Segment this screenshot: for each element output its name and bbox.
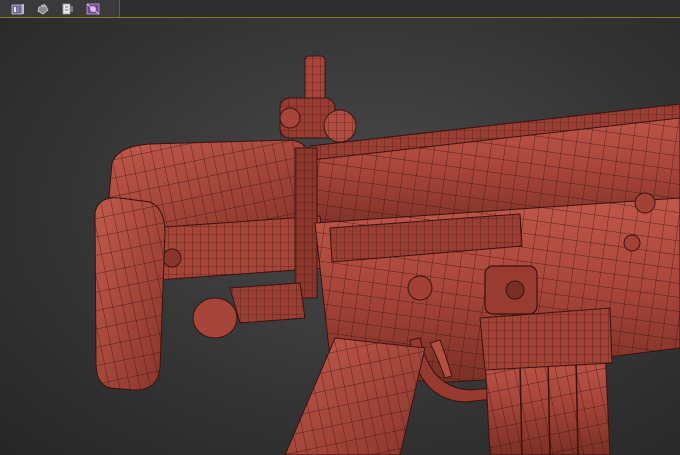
pistol-grip: [284, 337, 426, 455]
stock-release-lever: [192, 282, 306, 339]
render-production-button[interactable]: [35, 2, 51, 16]
perspective-viewport[interactable]: [0, 18, 680, 455]
toolbar-render-group: [0, 0, 120, 17]
render-setup-button[interactable]: [60, 2, 76, 16]
rear-sight: [279, 55, 357, 143]
teapot-icon: [37, 3, 49, 14]
butt-plate: [94, 197, 166, 391]
render-frame-button[interactable]: [10, 2, 26, 16]
rifle-wireframe-model: [94, 55, 680, 455]
main-toolbar: [0, 0, 680, 18]
render-setup-icon: [62, 3, 73, 14]
material-editor-button[interactable]: [85, 2, 101, 16]
render-frame-icon: [11, 3, 24, 14]
magwell: [479, 307, 613, 371]
stock-hinge: [294, 147, 318, 299]
material-editor-icon: [86, 3, 100, 14]
